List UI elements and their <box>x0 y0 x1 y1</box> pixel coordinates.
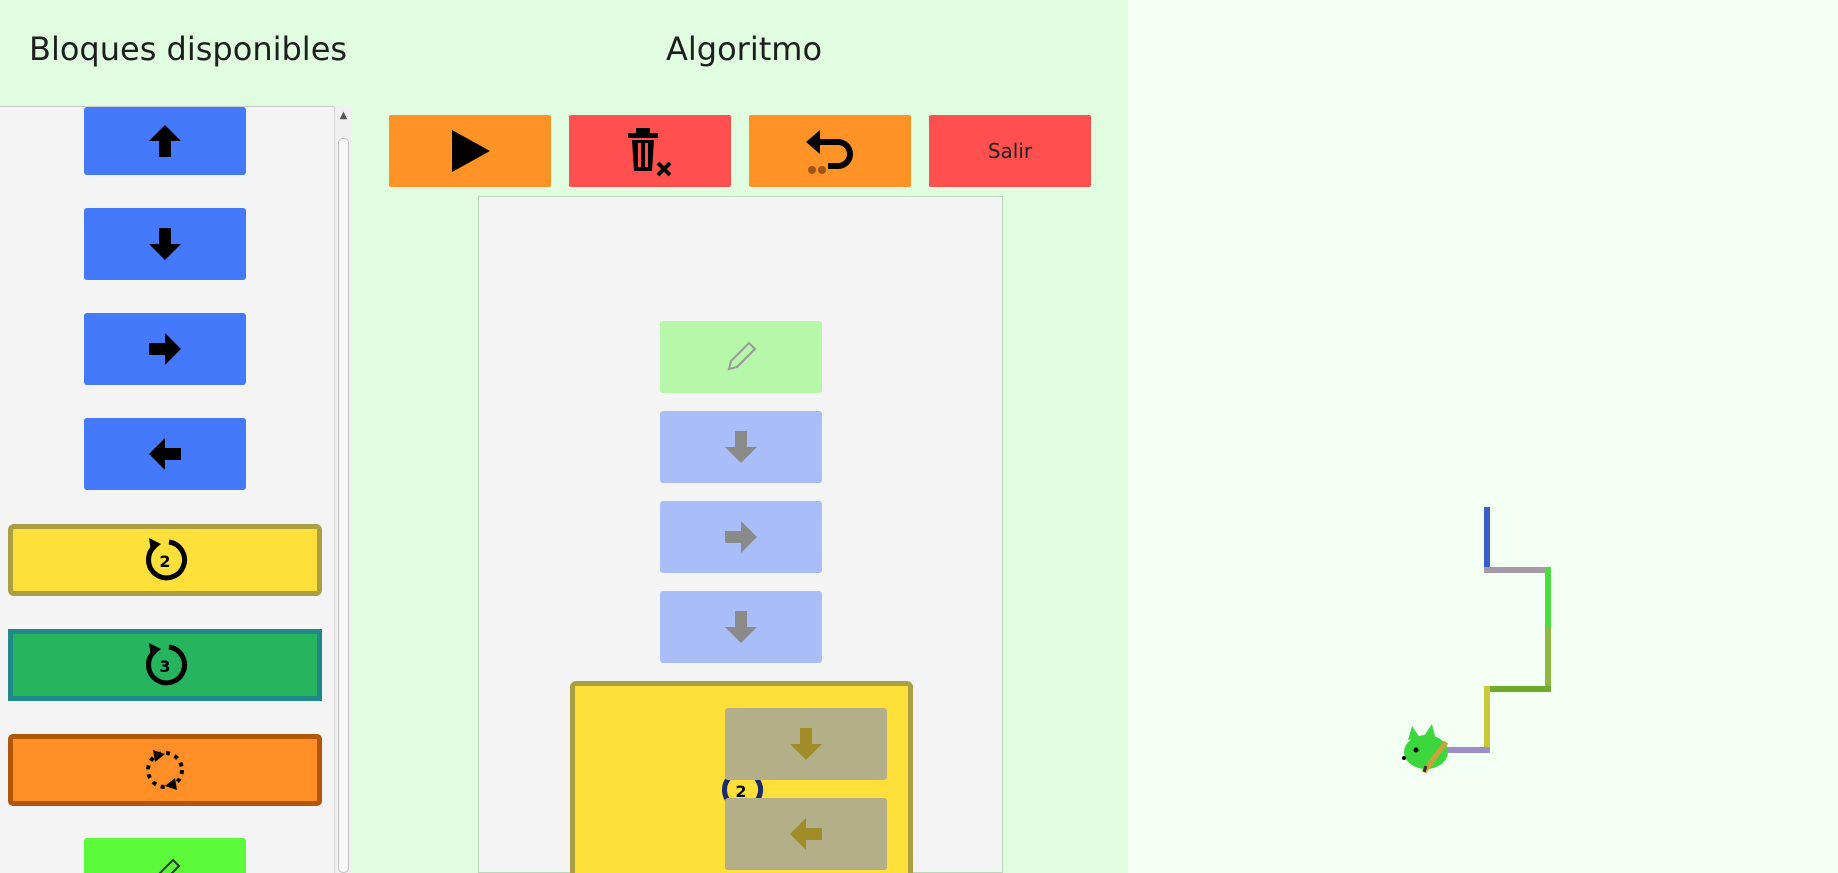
loop-icon <box>146 750 184 790</box>
nested-block-move-down[interactable] <box>725 708 887 780</box>
palette-block-repeat-2[interactable]: 2 <box>8 524 322 596</box>
repeat-count: 3 <box>159 657 170 676</box>
undo-button[interactable] <box>749 115 911 187</box>
arrow-up-icon <box>149 125 181 157</box>
repeat-icon: 2 <box>146 538 187 581</box>
block-palette[interactable]: 2 3 <box>0 106 351 873</box>
green-cat-character-icon <box>1402 724 1449 774</box>
palette-scrollbar[interactable]: ▲ <box>334 106 351 873</box>
scroll-thumb[interactable] <box>338 138 349 873</box>
algorithm-block-pencil[interactable] <box>660 321 822 393</box>
play-icon <box>452 130 490 172</box>
pencil-icon <box>158 858 181 873</box>
arrow-down-icon <box>725 611 757 643</box>
palette-block-move-right[interactable] <box>84 313 246 385</box>
repeat-icon: 3 <box>146 643 187 686</box>
arrow-right-icon <box>725 521 757 553</box>
clear-button[interactable] <box>569 115 731 187</box>
available-blocks-header: Bloques disponibles <box>29 30 348 68</box>
nested-block-move-left[interactable] <box>725 798 887 870</box>
repeat-count: 2 <box>159 552 170 571</box>
scroll-up-arrow-icon[interactable]: ▲ <box>335 106 352 126</box>
trash-clear-icon <box>628 128 672 177</box>
arrow-right-icon <box>149 333 181 365</box>
algorithm-block-move-down[interactable] <box>660 591 822 663</box>
algorithm-header: Algoritmo <box>666 30 823 68</box>
arrow-down-icon <box>725 431 757 463</box>
palette-block-move-up[interactable] <box>84 107 246 175</box>
palette-block-move-down[interactable] <box>84 208 246 280</box>
palette-block-repeat-3[interactable]: 3 <box>8 629 322 701</box>
undo-icon <box>806 130 853 174</box>
exit-button[interactable]: Salir <box>929 115 1091 187</box>
exit-button-label: Salir <box>987 139 1033 163</box>
algorithm-block-repeat-2[interactable]: 2 <box>570 681 913 873</box>
palette-block-move-left[interactable] <box>84 418 246 490</box>
arrow-left-icon <box>149 438 181 470</box>
run-button[interactable] <box>389 115 551 187</box>
pencil-icon <box>727 341 757 371</box>
palette-block-pencil[interactable] <box>84 838 246 873</box>
arrow-down-icon <box>790 728 822 760</box>
algorithm-block-move-right[interactable] <box>660 501 822 573</box>
algorithm-block-move-down[interactable] <box>660 411 822 483</box>
arrow-down-icon <box>149 228 181 260</box>
palette-block-repeat-forever[interactable] <box>8 734 322 806</box>
arrow-left-icon <box>790 818 822 850</box>
algorithm-workspace[interactable]: 2 <box>478 196 1003 873</box>
drawing-stage <box>1402 507 1551 774</box>
